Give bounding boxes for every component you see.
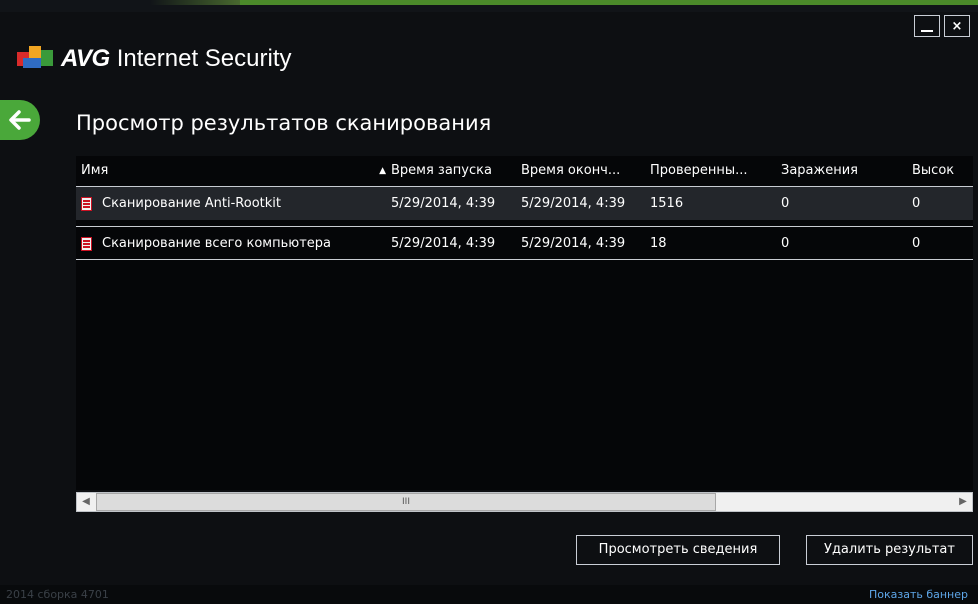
cell-scanned: 18 <box>650 236 667 251</box>
cell-scanned: 1516 <box>650 196 684 211</box>
column-header-start[interactable]: Время запуска <box>386 156 516 186</box>
back-button[interactable] <box>0 100 40 140</box>
cell-infections: 0 <box>781 236 790 251</box>
close-button[interactable]: × <box>944 15 970 37</box>
sort-ascending-icon: ▲ <box>379 166 386 176</box>
cell-high: 0 <box>912 236 921 251</box>
column-header-label: Имя <box>81 163 109 178</box>
minimize-icon <box>921 30 933 32</box>
footer: 2014 сборка 4701 Показать баннер <box>0 585 978 604</box>
column-header-infections[interactable]: Заражения <box>776 156 907 186</box>
cell-end: 5/29/2014, 4:39 <box>521 236 626 251</box>
page-title: Просмотр результатов сканирования <box>76 111 492 135</box>
cell-start: 5/29/2014, 4:39 <box>391 236 496 251</box>
document-icon <box>81 236 94 251</box>
cell-name: Сканирование всего компьютера <box>76 227 386 260</box>
app-logo: AVG Internet Security <box>17 45 291 73</box>
scan-results-table: Имя ▲ Время запуска Время оконч... Прове… <box>76 156 973 516</box>
logo-brand: AVG <box>61 45 110 72</box>
cell-high: 0 <box>912 196 921 211</box>
table-row[interactable]: Сканирование всего компьютера 5/29/2014,… <box>76 226 973 260</box>
back-arrow-icon <box>9 110 31 130</box>
cell-infections: 0 <box>781 196 790 211</box>
row-name-text: Сканирование всего компьютера <box>102 236 331 251</box>
horizontal-scrollbar[interactable]: ◀ III ▶ <box>76 490 973 516</box>
column-header-scanned[interactable]: Проверенны... <box>645 156 776 186</box>
delete-result-button[interactable]: Удалить результат <box>806 535 973 565</box>
column-header-high[interactable]: Высок <box>907 156 973 186</box>
cell-start: 5/29/2014, 4:39 <box>391 196 496 211</box>
title-bar-accent-line <box>240 0 978 5</box>
scrollbar-thumb[interactable]: III <box>96 493 716 511</box>
minimize-button[interactable] <box>914 15 940 37</box>
cell-end: 5/29/2014, 4:39 <box>521 196 626 211</box>
logo-product: Internet Security <box>116 45 292 72</box>
build-info: 2014 сборка 4701 <box>6 588 109 601</box>
table-header: Имя ▲ Время запуска Время оконч... Прове… <box>76 156 973 186</box>
table-row[interactable]: Сканирование Anti-Rootkit 5/29/2014, 4:3… <box>76 186 973 220</box>
column-header-name[interactable]: Имя ▲ <box>76 156 386 186</box>
scroll-right-icon[interactable]: ▶ <box>954 493 972 511</box>
scroll-left-icon[interactable]: ◀ <box>77 493 95 511</box>
column-header-end[interactable]: Время оконч... <box>516 156 645 186</box>
cell-name: Сканирование Anti-Rootkit <box>76 187 386 220</box>
show-banner-link[interactable]: Показать баннер <box>869 588 968 601</box>
row-name-text: Сканирование Anti-Rootkit <box>102 196 281 211</box>
view-details-button[interactable]: Просмотреть сведения <box>576 535 780 565</box>
avg-logo-icon <box>17 46 57 72</box>
document-icon <box>81 196 94 211</box>
